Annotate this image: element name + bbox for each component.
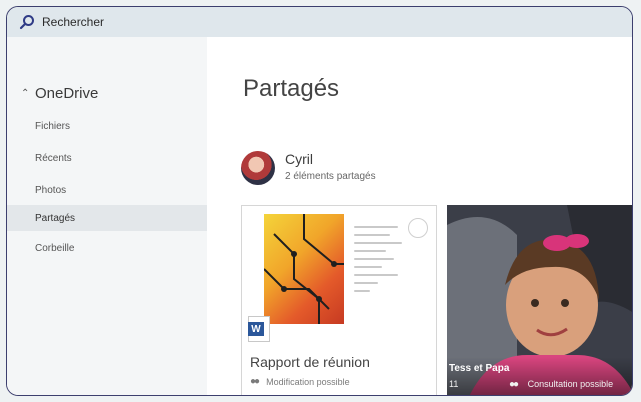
card-item-count: 11	[449, 379, 459, 389]
shared-item-card-album[interactable]: Tess et Papa 11 ●● Consultation possible	[447, 205, 632, 395]
people-icon: ●●	[509, 379, 519, 390]
avatar[interactable]	[241, 151, 275, 185]
people-icon: ●●	[250, 376, 260, 387]
document-preview-circle	[408, 218, 428, 238]
card-permission: ●● Modification possible	[250, 376, 350, 387]
document-text-preview	[354, 214, 434, 324]
sidebar-root-label: OneDrive	[35, 85, 99, 102]
sidebar: ⌃ OneDrive Fichiers Récents Photos Parta…	[7, 37, 207, 395]
search-icon[interactable]	[19, 14, 35, 30]
sidebar-root-onedrive[interactable]: ⌃ OneDrive	[21, 85, 98, 102]
card-permission: ●● Consultation possible	[509, 379, 614, 390]
onedrive-window: Rechercher ⌃ OneDrive Fichiers Récents P…	[6, 6, 633, 396]
shared-item-card-document[interactable]: W Rapport de réunion ●● Modification pos…	[241, 205, 437, 395]
search-label: Rechercher	[42, 15, 105, 29]
sidebar-item-partages[interactable]: Partagés	[7, 205, 207, 231]
owner-name[interactable]: Cyril	[285, 151, 313, 167]
card-title: Tess et Papa	[449, 363, 510, 374]
search-bar[interactable]: Rechercher	[7, 7, 632, 37]
card-title: Rapport de réunion	[250, 354, 370, 370]
document-thumbnail	[264, 214, 344, 324]
word-file-icon: W	[248, 316, 270, 342]
sidebar-item-photos[interactable]: Photos	[7, 177, 207, 203]
sidebar-item-fichiers[interactable]: Fichiers	[7, 113, 207, 139]
chevron-up-icon[interactable]: ⌃	[21, 88, 35, 99]
sidebar-item-corbeille[interactable]: Corbeille	[7, 235, 207, 261]
page-title: Partagés	[243, 75, 340, 102]
owner-shared-count: 2 éléments partagés	[285, 171, 376, 182]
sidebar-item-recents[interactable]: Récents	[7, 145, 207, 171]
main-content: Partagés Cyril 2 éléments partagés W Rap…	[207, 37, 632, 395]
